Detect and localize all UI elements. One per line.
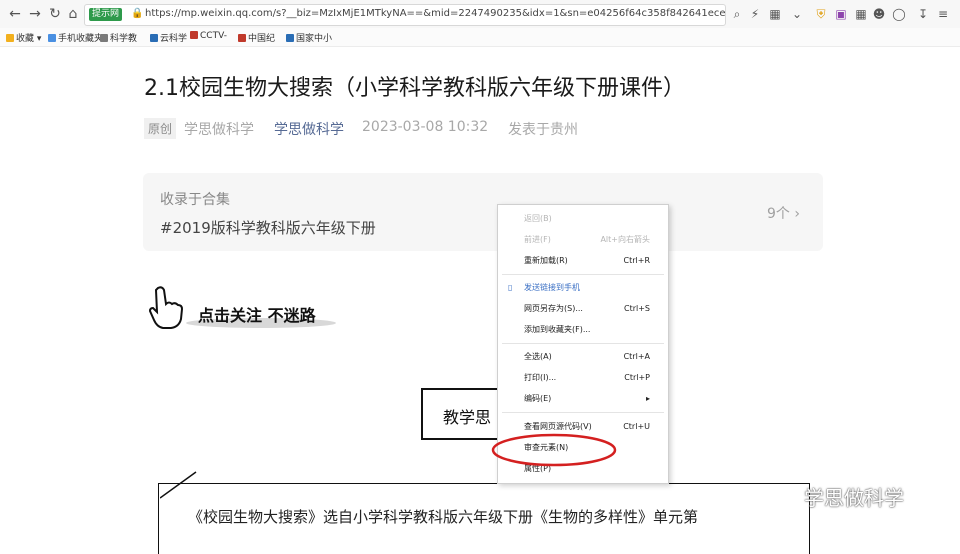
user-icon[interactable]: ☻: [870, 5, 888, 23]
follow-banner[interactable]: 点击关注 不迷路: [148, 284, 358, 334]
menu-item-print[interactable]: 打印(I)... Ctrl+P: [498, 370, 668, 386]
back-icon[interactable]: ←: [6, 5, 24, 23]
menu-item-add-favorite[interactable]: 添加到收藏夹(F)...: [498, 322, 668, 338]
grid-icon[interactable]: ▦: [766, 5, 784, 23]
extension-icon[interactable]: ▣: [832, 5, 850, 23]
download-icon[interactable]: ↧: [914, 5, 932, 23]
folder-icon: [48, 34, 56, 42]
bookmark-item[interactable]: 云科学: [150, 31, 187, 44]
author-name: 学思做科学: [184, 122, 254, 138]
cctv-icon: [190, 31, 198, 39]
menu-separator: [502, 274, 664, 275]
apps-icon[interactable]: ▦: [852, 5, 870, 23]
bookmarks-bar: 收藏 ▾ 手机收藏夹 科学教 云科学 CCTV- 中国纪 国家中小: [0, 28, 960, 47]
pointing-hand-icon: [148, 286, 184, 329]
menu-item-save-as[interactable]: 网页另存为(S)... Ctrl+S: [498, 301, 668, 317]
puzzle-icon[interactable]: ◯: [890, 5, 908, 23]
album-label: 收录于合集: [160, 192, 230, 208]
menu-separator: [502, 343, 664, 344]
search-icon[interactable]: ⌕: [728, 5, 746, 23]
wechat-icon: [772, 487, 798, 507]
menu-icon[interactable]: ≡: [934, 5, 952, 23]
bookmark-item[interactable]: 收藏 ▾: [6, 31, 41, 44]
address-bar[interactable]: 提示网 🔒 https://mp.weixin.qq.com/s?__biz=M…: [84, 4, 726, 26]
home-icon[interactable]: ⌂: [64, 5, 82, 23]
forward-icon[interactable]: →: [26, 5, 44, 23]
site-icon: [286, 34, 294, 42]
publish-location: 发表于贵州: [508, 122, 578, 138]
menu-item-reload[interactable]: 重新加载(R) Ctrl+R: [498, 253, 668, 269]
globe-icon: [100, 34, 108, 42]
menu-item-encoding[interactable]: 编码(E) ▸: [498, 391, 668, 407]
submenu-arrow-icon: ▸: [645, 394, 650, 403]
lock-icon: 🔒: [131, 8, 144, 19]
bookmark-item[interactable]: 国家中小: [286, 31, 332, 44]
bookmark-item[interactable]: CCTV-: [190, 31, 227, 41]
lightning-icon[interactable]: ⚡: [746, 5, 764, 23]
bookmark-item[interactable]: 手机收藏夹: [48, 31, 103, 44]
bookmark-item[interactable]: 中国纪: [238, 31, 275, 44]
menu-separator: [502, 412, 664, 413]
follow-text: 点击关注 不迷路: [198, 306, 316, 325]
site-badge: 提示网: [89, 8, 123, 21]
bookmark-item[interactable]: 科学教: [100, 31, 137, 44]
menu-item-back[interactable]: 返回(B): [498, 211, 668, 227]
star-icon: [6, 34, 14, 42]
menu-item-send-link[interactable]: ▯ 发送链接到手机: [498, 280, 668, 296]
shield-icon[interactable]: ⛨: [812, 5, 830, 23]
reload-icon[interactable]: ↻: [46, 5, 64, 23]
article-paragraph: 《校园生物大搜索》选自小学科学教科版六年级下册《生物的多样性》单元第: [188, 508, 699, 526]
publish-date: 2023-03-08 10:32: [362, 119, 489, 135]
globe-icon: [150, 34, 158, 42]
album-card[interactable]: 收录于合集 #2019版科学教科版六年级下册 9个 ›: [143, 173, 823, 251]
corner-decoration: [160, 471, 197, 499]
watermark-text: 学思做科学: [804, 486, 904, 510]
original-tag: 原创: [144, 118, 177, 139]
album-count: 9个 ›: [767, 206, 800, 222]
browser-toolbar: ← → ↻ ⌂ 提示网 🔒 https://mp.weixin.qq.com/s…: [0, 0, 960, 29]
article-title: 2.1校园生物大搜索（小学科学教科版六年级下册课件）: [144, 76, 685, 101]
menu-item-select-all[interactable]: 全选(A) Ctrl+A: [498, 349, 668, 365]
menu-item-forward[interactable]: 前进(F) Alt+向右箭头: [498, 232, 668, 248]
chevron-right-icon: ›: [794, 206, 800, 222]
account-link[interactable]: 学思做科学: [274, 119, 344, 139]
album-name[interactable]: #2019版科学教科版六年级下册: [160, 217, 376, 238]
highlight-ellipse: [491, 433, 617, 467]
site-icon: [238, 34, 246, 42]
url-text[interactable]: https://mp.weixin.qq.com/s?__biz=MzIxMjE…: [145, 8, 725, 19]
section-box-title: 教学思: [443, 408, 492, 427]
dropdown-icon[interactable]: ⌄: [788, 5, 806, 23]
phone-icon: ▯: [508, 283, 513, 292]
